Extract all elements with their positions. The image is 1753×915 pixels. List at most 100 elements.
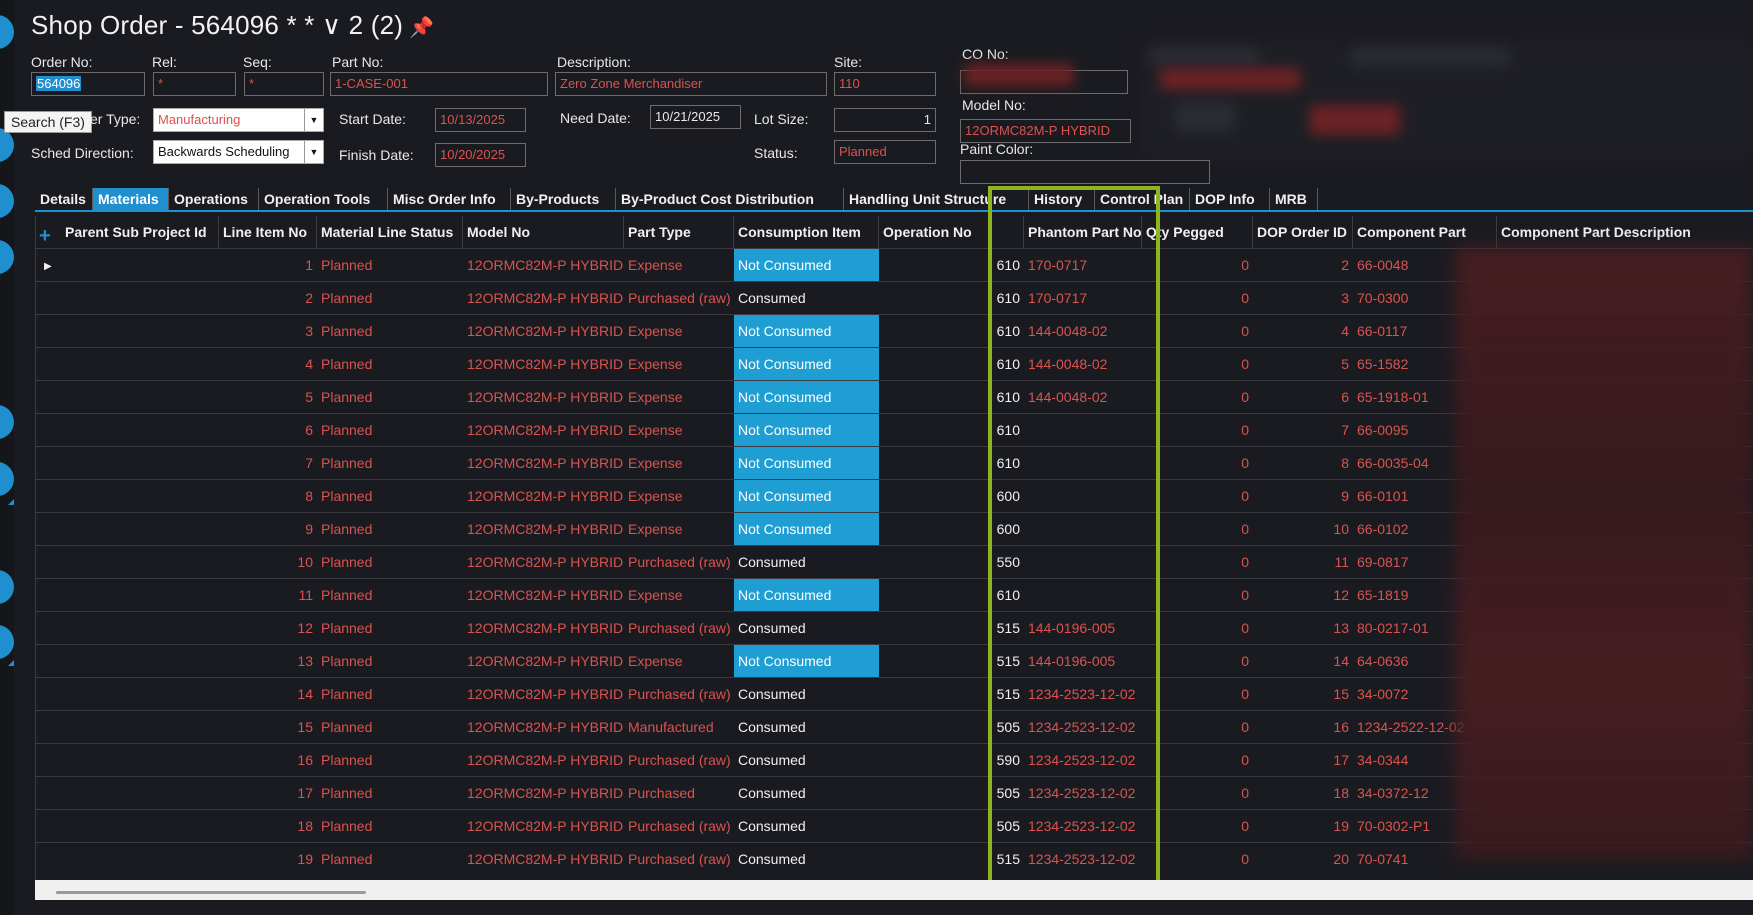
rel-field[interactable]: * <box>153 72 236 96</box>
cell-type[interactable]: Purchased (raw) <box>624 282 734 314</box>
order-no-field[interactable]: 564096 <box>31 72 145 96</box>
cell-model[interactable]: 12ORMC82M-P HYBRID <box>463 480 624 512</box>
seq-field[interactable]: * <box>244 72 324 96</box>
cell-consumption[interactable]: Consumed <box>734 612 879 644</box>
cell-consumption[interactable]: Consumed <box>734 843 879 875</box>
column-header-component-part[interactable]: Component Part <box>1353 216 1497 248</box>
cell-consumption[interactable]: Not Consumed <box>734 645 879 677</box>
plus-icon[interactable]: + <box>39 225 51 248</box>
cell-status[interactable]: Planned <box>317 315 463 347</box>
cell-model[interactable]: 12ORMC82M-P HYBRID <box>463 612 624 644</box>
cell-status[interactable]: Planned <box>317 348 463 380</box>
cell-type[interactable]: Expense <box>624 315 734 347</box>
cell-model[interactable]: 12ORMC82M-P HYBRID <box>463 744 624 776</box>
chevron-down-icon[interactable]: ▼ <box>304 141 323 163</box>
cell-consumption[interactable]: Not Consumed <box>734 579 879 611</box>
cell-dop[interactable]: 17 <box>1253 744 1353 776</box>
cell-status[interactable]: Planned <box>317 678 463 710</box>
horizontal-scrollbar[interactable] <box>35 880 1753 900</box>
cell-line[interactable]: 3 <box>219 315 317 347</box>
cell-model[interactable]: 12ORMC82M-P HYBRID <box>463 678 624 710</box>
cell-model[interactable]: 12ORMC82M-P HYBRID <box>463 381 624 413</box>
cell-consumption[interactable]: Not Consumed <box>734 447 879 479</box>
cell-type[interactable]: Expense <box>624 480 734 512</box>
cell-status[interactable]: Planned <box>317 579 463 611</box>
cell-type[interactable]: Purchased (raw) <box>624 678 734 710</box>
cell-model[interactable]: 12ORMC82M-P HYBRID <box>463 777 624 809</box>
cell-consumption[interactable]: Not Consumed <box>734 348 879 380</box>
cell-consumption[interactable]: Not Consumed <box>734 480 879 512</box>
need-date-field[interactable]: 10/21/2025 <box>650 105 741 129</box>
cell-line[interactable]: 10 <box>219 546 317 578</box>
column-header-material-line-status[interactable]: Material Line Status <box>317 216 463 248</box>
cell-consumption[interactable]: Consumed <box>734 282 879 314</box>
cell-consumption[interactable]: Not Consumed <box>734 414 879 446</box>
cell-model[interactable]: 12ORMC82M-P HYBRID <box>463 249 624 281</box>
cell-dop[interactable]: 2 <box>1253 249 1353 281</box>
cell-line[interactable]: 4 <box>219 348 317 380</box>
cell-type[interactable]: Purchased (raw) <box>624 612 734 644</box>
cell-line[interactable]: 9 <box>219 513 317 545</box>
cell-dop[interactable]: 7 <box>1253 414 1353 446</box>
cell-type[interactable]: Expense <box>624 381 734 413</box>
cell-dop[interactable]: 3 <box>1253 282 1353 314</box>
cell-dop[interactable]: 6 <box>1253 381 1353 413</box>
column-header-model-no[interactable]: Model No <box>463 216 624 248</box>
cell-model[interactable]: 12ORMC82M-P HYBRID <box>463 546 624 578</box>
cell-type[interactable]: Expense <box>624 414 734 446</box>
column-header-component-part-description[interactable]: Component Part Description <box>1497 216 1753 248</box>
cell-consumption[interactable]: Not Consumed <box>734 381 879 413</box>
cell-dop[interactable]: 8 <box>1253 447 1353 479</box>
site-field[interactable]: 110 <box>834 72 936 96</box>
cell-dop[interactable]: 16 <box>1253 711 1353 743</box>
tab-operation-tools[interactable]: Operation Tools <box>259 188 388 210</box>
cell-type[interactable]: Purchased (raw) <box>624 744 734 776</box>
cell-dop[interactable]: 12 <box>1253 579 1353 611</box>
chevron-down-icon[interactable]: ▼ <box>304 109 323 131</box>
cell-line[interactable]: 18 <box>219 810 317 842</box>
tab-mrb[interactable]: MRB <box>1270 188 1318 210</box>
cell-type[interactable]: Expense <box>624 249 734 281</box>
cell-status[interactable]: Planned <box>317 249 463 281</box>
tab-by-product-cost-distribution[interactable]: By-Product Cost Distribution <box>616 188 844 210</box>
cell-consumption[interactable]: Not Consumed <box>734 513 879 545</box>
lot-size-field[interactable]: 1 <box>834 108 936 132</box>
column-header-consumption-item[interactable]: Consumption Item <box>734 216 879 248</box>
pin-icon[interactable]: 📌 <box>409 17 434 39</box>
cell-dop[interactable]: 13 <box>1253 612 1353 644</box>
sched-direction-select[interactable]: Backwards Scheduling ▼ <box>153 140 324 164</box>
column-header-dop-order-id[interactable]: DOP Order ID <box>1253 216 1353 248</box>
cell-line[interactable]: 5 <box>219 381 317 413</box>
column-header-parent-sub-project-id[interactable]: Parent Sub Project Id <box>61 216 219 248</box>
cell-type[interactable]: Purchased (raw) <box>624 546 734 578</box>
cell-status[interactable]: Planned <box>317 414 463 446</box>
status-field[interactable]: Planned <box>834 140 936 164</box>
cell-line[interactable]: 14 <box>219 678 317 710</box>
cell-status[interactable]: Planned <box>317 645 463 677</box>
cell-type[interactable]: Expense <box>624 579 734 611</box>
cell-status[interactable]: Planned <box>317 513 463 545</box>
cell-line[interactable]: 6 <box>219 414 317 446</box>
cell-line[interactable]: 15 <box>219 711 317 743</box>
cell-status[interactable]: Planned <box>317 546 463 578</box>
part-no-field[interactable]: 1-CASE-001 <box>330 72 548 96</box>
tab-by-products[interactable]: By-Products <box>511 188 616 210</box>
column-header-line-item-no[interactable]: Line Item No <box>219 216 317 248</box>
cell-type[interactable]: Expense <box>624 513 734 545</box>
cell-consumption[interactable]: Consumed <box>734 678 879 710</box>
cell-dop[interactable]: 15 <box>1253 678 1353 710</box>
cell-status[interactable]: Planned <box>317 480 463 512</box>
cell-consumption[interactable]: Consumed <box>734 711 879 743</box>
cell-line[interactable]: 17 <box>219 777 317 809</box>
cell-dop[interactable]: 20 <box>1253 843 1353 875</box>
cell-model[interactable]: 12ORMC82M-P HYBRID <box>463 711 624 743</box>
cell-status[interactable]: Planned <box>317 744 463 776</box>
cell-model[interactable]: 12ORMC82M-P HYBRID <box>463 315 624 347</box>
cell-model[interactable]: 12ORMC82M-P HYBRID <box>463 513 624 545</box>
tab-details[interactable]: Details <box>35 188 93 210</box>
tab-materials[interactable]: Materials <box>93 188 169 210</box>
cell-dop[interactable]: 4 <box>1253 315 1353 347</box>
start-date-field[interactable]: 10/13/2025 <box>435 108 526 132</box>
cell-type[interactable]: Expense <box>624 348 734 380</box>
cell-type[interactable]: Purchased (raw) <box>624 810 734 842</box>
